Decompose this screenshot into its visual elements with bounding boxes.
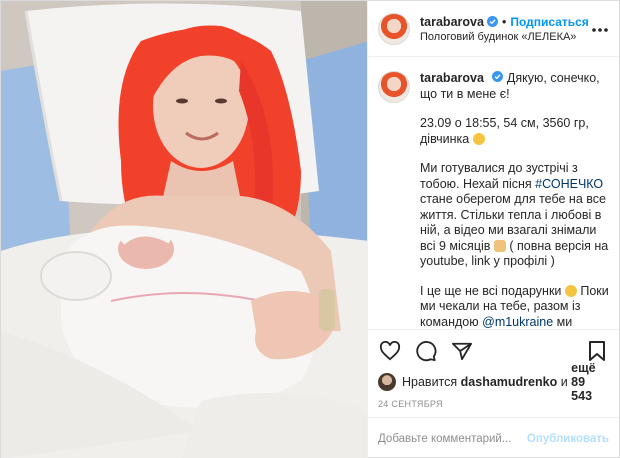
mention-link[interactable]: @m1ukraine	[482, 315, 553, 329]
comment-input[interactable]: Добавьте комментарий...	[378, 433, 527, 445]
post-location[interactable]: Пологовий будинок «ЛЕЛЕКА»	[420, 31, 591, 43]
author-username[interactable]: tarabarova	[420, 15, 484, 29]
liker-username[interactable]: dashamudrenko	[461, 375, 558, 389]
heart-icon[interactable]	[378, 339, 402, 363]
caption-birth-details: 23.09 о 18:55, 54 см, 3560 гр, дівчинка	[420, 116, 589, 146]
hashtag-link[interactable]: #СОНЕЧКО	[535, 177, 603, 191]
post-date[interactable]: 24 СЕНТЯБРЯ	[368, 393, 619, 417]
separator-dot: •	[501, 14, 507, 29]
caption-username[interactable]: tarabarova	[420, 71, 484, 85]
smile-emoji-icon	[564, 284, 577, 297]
share-icon[interactable]	[450, 339, 474, 363]
post-photo[interactable]	[1, 1, 367, 458]
comment-box: Добавьте комментарий... Опубликовать	[368, 417, 619, 458]
caption-paragraph-2: 23.09 о 18:55, 54 см, 3560 гр, дівчинка	[420, 116, 609, 147]
likes-middle: и	[560, 375, 568, 389]
post-header: tarabarova • Подписаться Пологовий будин…	[368, 1, 619, 57]
liker-avatar[interactable]	[378, 373, 396, 391]
header-row: tarabarova • Подписаться	[420, 15, 591, 29]
likes-row: Нравится dashamudrenko и ещё 89 543	[368, 361, 619, 403]
header-text: tarabarova • Подписаться Пологовий будин…	[420, 15, 591, 43]
follow-button[interactable]: Подписаться	[510, 15, 588, 29]
more-horizontal-icon[interactable]	[591, 20, 609, 38]
verified-badge-icon	[492, 71, 504, 82]
caption-paragraph-4: І це ще не всі подарунки Поки ми чекали …	[420, 284, 609, 330]
bookmark-icon[interactable]	[585, 339, 609, 363]
post-caption: tarabarova Дякую, сонечко, що ти в мене …	[420, 71, 609, 329]
likes-prefix: Нравится	[402, 375, 458, 389]
caption-text-4a: І це ще не всі подарунки	[420, 283, 562, 298]
photo-illustration	[1, 1, 367, 458]
instagram-post: tarabarova • Подписаться Пологовий будин…	[0, 0, 620, 458]
verified-badge-icon	[486, 16, 498, 27]
face-emoji-icon	[472, 132, 485, 145]
caption-avatar[interactable]	[378, 71, 410, 103]
pointing-hand-emoji-icon	[493, 239, 506, 252]
post-sidebar: tarabarova • Подписаться Пологовий будин…	[367, 1, 619, 458]
caption-paragraph-1: tarabarova Дякую, сонечко, що ти в мене …	[420, 71, 609, 102]
caption-paragraph-3: Ми готувалися до зустрічі з тобою. Нехай…	[420, 161, 609, 270]
author-avatar[interactable]	[378, 12, 410, 45]
publish-button[interactable]: Опубликовать	[527, 433, 609, 445]
comment-icon[interactable]	[414, 339, 438, 363]
caption-area: tarabarova Дякую, сонечко, що ти в мене …	[368, 57, 619, 329]
